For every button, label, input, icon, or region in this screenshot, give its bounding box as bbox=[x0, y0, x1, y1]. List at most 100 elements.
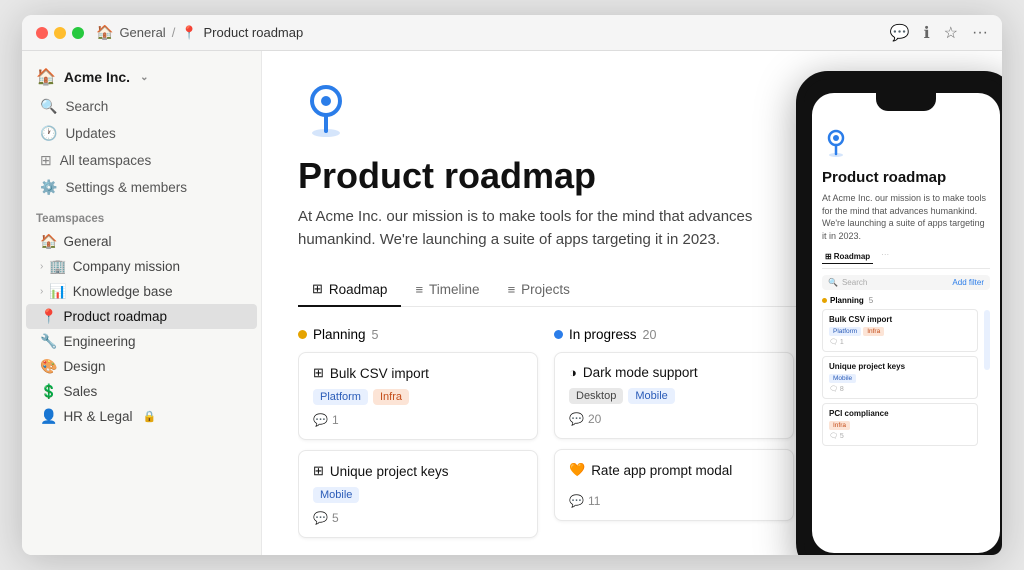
card-rate-app[interactable]: 🧡 Rate app prompt modal 💬 11 bbox=[554, 449, 794, 521]
knowledge-base-icon: 📊 bbox=[49, 283, 66, 300]
dark-mode-comment-count: 20 bbox=[588, 412, 601, 426]
card-unique-keys-tags: Mobile bbox=[313, 487, 523, 503]
card-dark-mode[interactable]: ◑ Dark mode support Desktop Mobile 💬 20 bbox=[554, 352, 794, 439]
teamspaces-section-label: Teamspaces bbox=[22, 201, 261, 229]
phone-unique-keys-count: 🗨 8 bbox=[829, 385, 971, 393]
workspace-selector[interactable]: 🏠 Acme Inc. ⌄ bbox=[22, 61, 261, 93]
minimize-button[interactable] bbox=[54, 27, 66, 39]
general-icon: 🏠 bbox=[40, 233, 57, 250]
phone-card-bulk-csv: Bulk CSV import Platform Infra 🗨 1 bbox=[822, 309, 978, 352]
inprogress-status-label: In progress bbox=[569, 327, 637, 342]
sidebar-item-search[interactable]: 🔍 Search bbox=[26, 93, 257, 120]
sidebar-item-general[interactable]: 🏠 General bbox=[26, 229, 257, 254]
knowledge-base-label: Knowledge base bbox=[73, 284, 173, 299]
company-mission-label: Company mission bbox=[73, 259, 180, 274]
phone-search-icon: 🔍 bbox=[828, 278, 838, 287]
phone-screen: Product roadmap At Acme Inc. our mission… bbox=[812, 93, 1000, 553]
sidebar-item-design[interactable]: 🎨 Design bbox=[26, 354, 257, 379]
timeline-tab-label: Timeline bbox=[429, 282, 480, 297]
sidebar-item-all-teamspaces[interactable]: ⊞ All teamspaces bbox=[26, 147, 257, 174]
maximize-button[interactable] bbox=[72, 27, 84, 39]
phone-tag-infra: Infra bbox=[863, 327, 884, 336]
phone-bulk-csv-title: Bulk CSV import bbox=[829, 315, 971, 324]
phone-content: Product roadmap At Acme Inc. our mission… bbox=[812, 119, 1000, 553]
card-rate-app-title: 🧡 Rate app prompt modal bbox=[569, 462, 779, 478]
sales-label: Sales bbox=[63, 384, 97, 399]
tag-platform: Platform bbox=[313, 389, 368, 405]
phone-pci-tags: Infra bbox=[829, 421, 971, 430]
sidebar-item-knowledge-base[interactable]: › 📊 Knowledge base bbox=[26, 279, 257, 304]
phone-tab-more-icon: ··· bbox=[881, 250, 889, 264]
card-bulk-csv[interactable]: ⊞ Bulk CSV import Platform Infra 💬 1 bbox=[298, 352, 538, 440]
phone-inprogress-indicator bbox=[984, 310, 990, 370]
timeline-tab-icon: ≡ bbox=[415, 282, 423, 297]
browser-titlebar: 🏠 General / 📍 Product roadmap 💬 ℹ ☆ ··· bbox=[22, 15, 1002, 51]
design-label: Design bbox=[63, 359, 105, 374]
card-unique-keys-title: ⊞ Unique project keys bbox=[313, 463, 523, 479]
phone-pci-title: PCI compliance bbox=[829, 409, 971, 418]
phone-tag-mobile: Mobile bbox=[829, 374, 856, 383]
company-mission-icon: 🏢 bbox=[49, 258, 66, 275]
general-label: General bbox=[63, 234, 111, 249]
comment-icon-4: 💬 bbox=[569, 494, 584, 508]
card-dark-mode-meta: 💬 20 bbox=[569, 412, 779, 426]
browser-window: 🏠 General / 📍 Product roadmap 💬 ℹ ☆ ··· … bbox=[22, 15, 1002, 555]
tab-projects[interactable]: ≡ Projects bbox=[494, 273, 584, 307]
unique-keys-icon: ⊞ bbox=[313, 463, 324, 479]
phone-planning-header: Planning 5 bbox=[822, 296, 978, 305]
breadcrumb-separator: / bbox=[172, 25, 176, 40]
company-mission-arrow-icon: › bbox=[40, 261, 43, 272]
phone-unique-keys-tags: Mobile bbox=[829, 374, 971, 383]
inprogress-column-header: In progress 20 bbox=[554, 327, 794, 342]
settings-label: Settings & members bbox=[65, 180, 187, 195]
product-roadmap-icon: 📍 bbox=[40, 308, 57, 325]
phone-page-desc: At Acme Inc. our mission is to make tool… bbox=[822, 192, 990, 242]
card-unique-project-keys[interactable]: ⊞ Unique project keys Mobile 💬 5 bbox=[298, 450, 538, 538]
comment-icon: 💬 bbox=[313, 413, 328, 427]
star-icon[interactable]: ☆ bbox=[944, 23, 958, 43]
teamspaces-icon: ⊞ bbox=[40, 152, 52, 169]
breadcrumb-general[interactable]: General bbox=[119, 25, 165, 40]
comment-icon-2: 💬 bbox=[313, 511, 328, 525]
planning-status-label: Planning bbox=[313, 327, 366, 342]
updates-label: Updates bbox=[65, 126, 115, 141]
sidebar-item-engineering[interactable]: 🔧 Engineering bbox=[26, 329, 257, 354]
phone-roadmap-label: Roadmap bbox=[834, 252, 870, 261]
hr-legal-label: HR & Legal bbox=[63, 409, 132, 424]
tab-timeline[interactable]: ≡ Timeline bbox=[401, 273, 493, 307]
updates-icon: 🕐 bbox=[40, 125, 57, 142]
phone-mockup: Product roadmap At Acme Inc. our mission… bbox=[796, 71, 1002, 555]
sidebar-item-hr-legal[interactable]: 👤 HR & Legal 🔒 bbox=[26, 404, 257, 429]
phone-bulk-csv-tags: Platform Infra bbox=[829, 327, 971, 336]
sidebar-item-updates[interactable]: 🕐 Updates bbox=[26, 120, 257, 147]
sidebar-item-company-mission[interactable]: › 🏢 Company mission bbox=[26, 254, 257, 279]
bulk-csv-comment-count: 1 bbox=[332, 413, 339, 427]
more-icon[interactable]: ··· bbox=[972, 24, 988, 42]
sidebar-item-sales[interactable]: 💲 Sales bbox=[26, 379, 257, 404]
tag-mobile-2: Mobile bbox=[628, 388, 674, 404]
unique-keys-comment-count: 5 bbox=[332, 511, 339, 525]
inprogress-count: 20 bbox=[643, 328, 657, 342]
engineering-label: Engineering bbox=[63, 334, 135, 349]
info-icon[interactable]: ℹ bbox=[924, 23, 930, 43]
close-button[interactable] bbox=[36, 27, 48, 39]
workspace-icon: 🏠 bbox=[36, 67, 56, 87]
sidebar-item-settings[interactable]: ⚙️ Settings & members bbox=[26, 174, 257, 201]
phone-pin-icon bbox=[822, 127, 990, 165]
phone-roadmap-icon: ⊞ bbox=[825, 252, 832, 261]
traffic-lights bbox=[36, 27, 84, 39]
breadcrumb-general-icon: 🏠 bbox=[96, 24, 113, 41]
chat-icon[interactable]: 💬 bbox=[890, 23, 910, 43]
tag-infra: Infra bbox=[373, 389, 409, 405]
projects-tab-label: Projects bbox=[521, 282, 570, 297]
tab-roadmap[interactable]: ⊞ Roadmap bbox=[298, 273, 401, 307]
phone-pci-count: 🗨 5 bbox=[829, 432, 971, 440]
phone-board: Planning 5 Bulk CSV import Platform Infr… bbox=[822, 296, 990, 450]
sidebar-item-product-roadmap[interactable]: 📍 Product roadmap bbox=[26, 304, 257, 329]
dark-mode-icon: ◑ bbox=[569, 365, 577, 380]
breadcrumb-page-icon: 📍 bbox=[181, 25, 197, 41]
breadcrumb-current-page: Product roadmap bbox=[204, 25, 304, 40]
card-bulk-csv-tags: Platform Infra bbox=[313, 389, 523, 405]
browser-actions: 💬 ℹ ☆ ··· bbox=[890, 23, 988, 43]
phone-card-pci: PCI compliance Infra 🗨 5 bbox=[822, 403, 978, 446]
